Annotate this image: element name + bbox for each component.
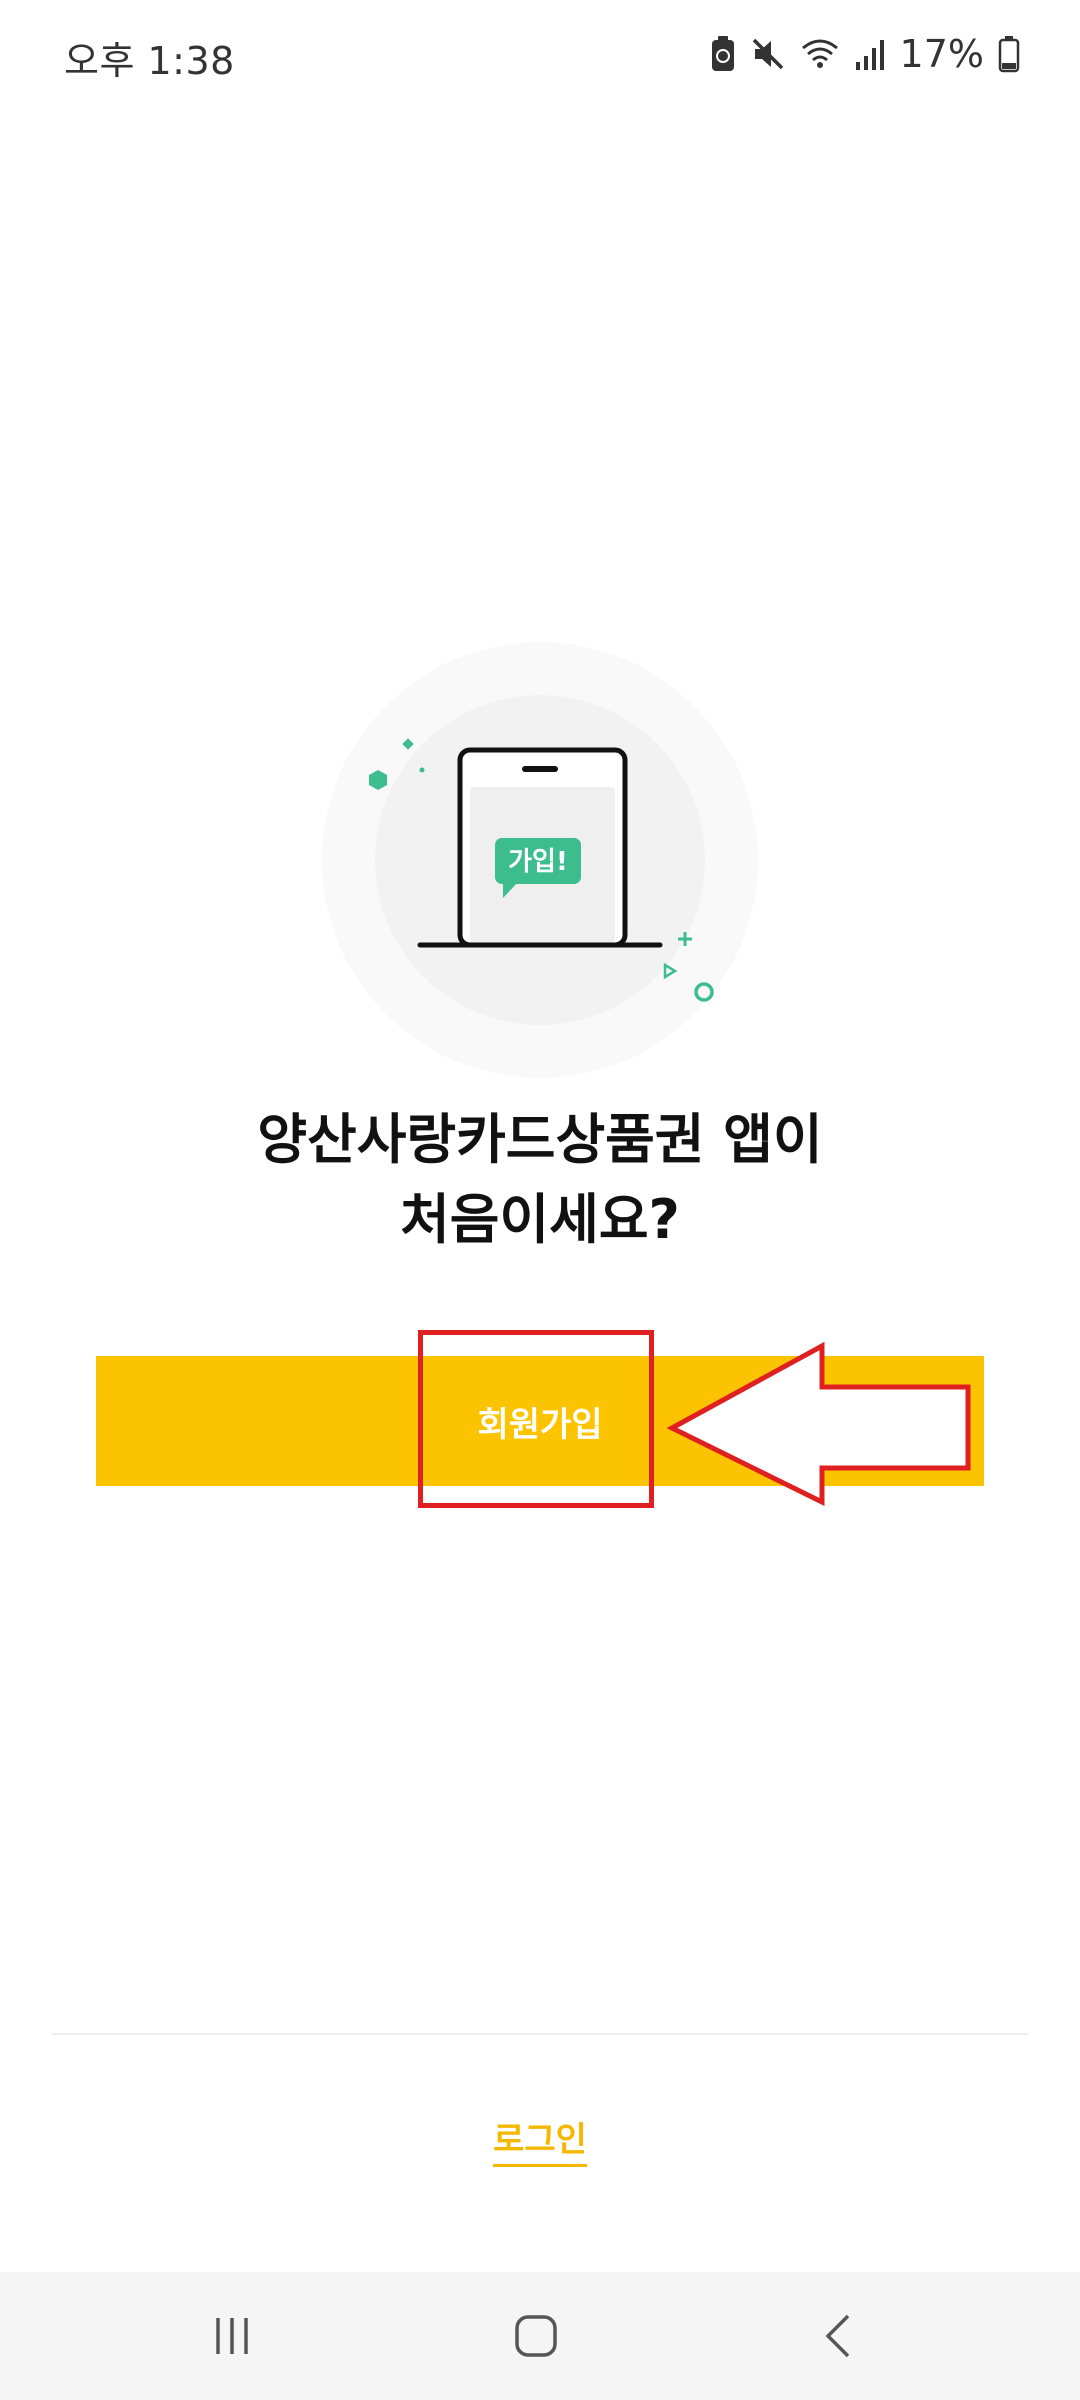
status-icons: 17% (710, 30, 1020, 78)
heading-line-1: 양산사랑카드상품권 앱이 (257, 1108, 823, 1171)
home-button[interactable] (476, 2296, 596, 2376)
battery-percent: 17% (899, 32, 984, 76)
mute-icon (752, 38, 783, 70)
home-icon (515, 2315, 557, 2357)
status-time: 오후 1:38 (64, 39, 235, 83)
signal-icon (855, 40, 884, 70)
heading-line-2: 처음이세요? (400, 1188, 680, 1251)
battery-saver-icon (711, 36, 734, 71)
recents-icon (216, 2318, 248, 2354)
recents-button[interactable] (172, 2296, 292, 2376)
annotation-highlight-box (418, 1330, 654, 1508)
login-link-container: 로그인 (0, 2112, 1080, 2167)
speech-bubble-text: 가입! (508, 847, 568, 877)
login-link[interactable]: 로그인 (493, 2120, 587, 2167)
signup-illustration: 가입! (322, 642, 758, 1078)
battery-icon (998, 36, 1020, 73)
page-heading: 양산사랑카드상품권 앱이 처음이세요? (0, 1100, 1080, 1260)
back-icon (825, 2314, 850, 2358)
navigation-bar (0, 2272, 1080, 2400)
divider (52, 2033, 1028, 2035)
annotation-arrow-icon (666, 1341, 971, 1507)
back-button[interactable] (778, 2296, 898, 2376)
status-bar: 오후 1:38 17% (0, 0, 1080, 110)
wifi-icon (801, 39, 838, 68)
